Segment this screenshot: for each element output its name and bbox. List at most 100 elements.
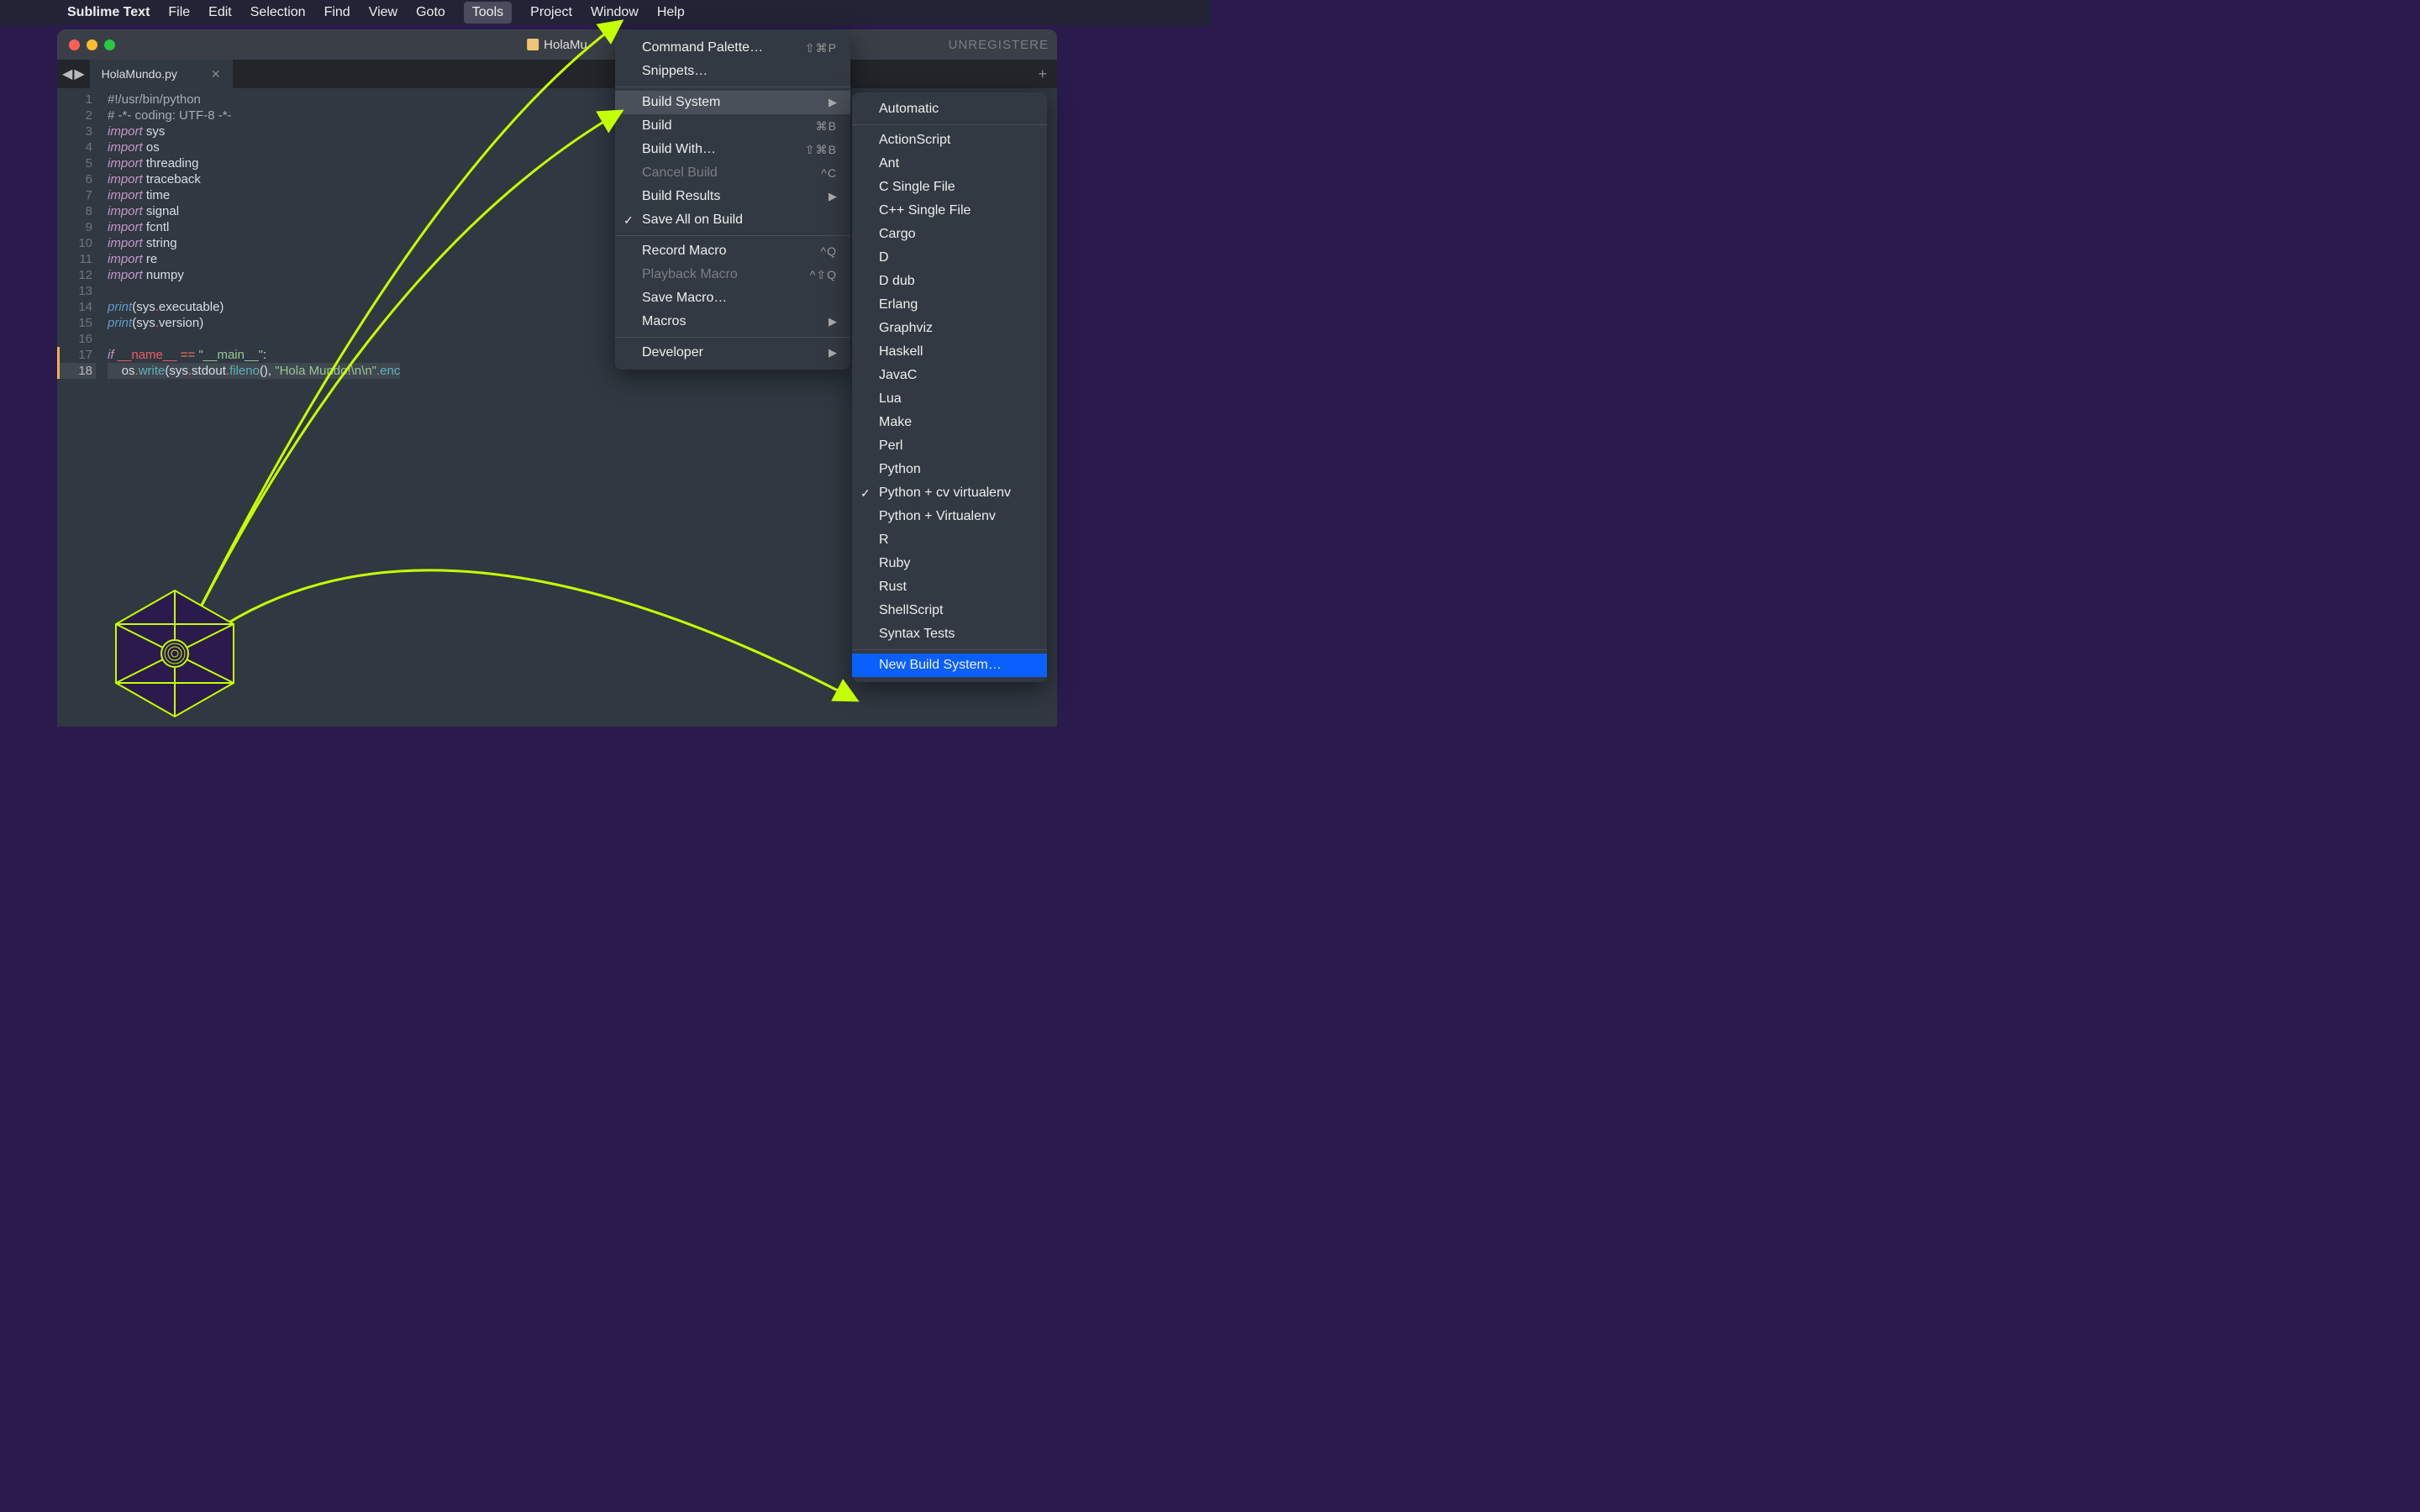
new-tab-button[interactable]: + [1028,60,1057,88]
menu-item-label: New Build System… [879,658,1002,673]
build-item[interactable]: Automatic [852,97,1047,121]
menu-item-label: JavaC [879,368,917,383]
check-icon: ✓ [860,486,871,501]
menu-goto[interactable]: Goto [416,5,445,20]
tab-next-icon[interactable]: ▶ [74,66,84,82]
build-item[interactable]: Python [852,458,1047,481]
code-content[interactable]: #!/usr/bin/python# -*- coding: UTF-8 -*-… [108,92,400,379]
window-title-text: HolaMu [544,38,587,52]
build-item[interactable]: Perl [852,434,1047,458]
shortcut-label: ^⇧Q [810,268,837,282]
tools-dropdown: Command Palette…⇧⌘P Snippets… Build System… [615,31,850,370]
menu-item-label: Build System [642,95,720,110]
menu-item-label: Graphviz [879,321,933,336]
build-item[interactable]: Graphviz [852,317,1047,340]
hex-logo-icon [108,586,242,721]
build-item[interactable]: ShellScript [852,599,1047,622]
menu-item-label: Build Results [642,189,720,204]
build-item[interactable]: Syntax Tests [852,622,1047,646]
shortcut-label: ⇧⌘P [805,41,837,55]
build-item[interactable]: Ruby [852,552,1047,575]
tools-item[interactable]: Developer▶ [615,341,850,365]
tab-close-icon[interactable]: ✕ [211,67,221,81]
menu-item-label: D dub [879,274,915,289]
menu-window[interactable]: Window [591,5,639,20]
tab-bar: ◀ ▶ HolaMundo.py ✕ + [57,60,1057,88]
build-item[interactable]: Make [852,411,1047,434]
tools-item[interactable]: Build System ▶ [615,91,850,114]
build-item[interactable]: Lua [852,387,1047,411]
menu-item-label: Ant [879,156,899,171]
tab-label: HolaMundo.py [102,67,177,81]
tab-holamundo[interactable]: HolaMundo.py ✕ [90,60,234,88]
menu-item-label: Save Macro… [642,291,727,306]
menu-item-label: Cargo [879,227,916,242]
build-item[interactable]: Erlang [852,293,1047,317]
menu-item-label: Build [642,118,672,134]
build-item[interactable]: Rust [852,575,1047,599]
menu-item-label: Ruby [879,556,910,571]
check-icon: ✓ [623,213,634,228]
menu-item-label: D [879,250,889,265]
line-gutter: 123456789101112131415161718 [57,92,108,379]
build-item[interactable]: Haskell [852,340,1047,364]
menu-item-label: Erlang [879,297,918,312]
menu-help[interactable]: Help [657,5,685,20]
tools-item: Playback Macro^⇧Q [615,263,850,286]
menu-selection[interactable]: Selection [250,5,306,20]
menu-item-label: C++ Single File [879,203,971,218]
build-item[interactable]: Python + Virtualenv [852,505,1047,528]
menu-item-label: Syntax Tests [879,627,955,642]
tools-item[interactable]: Command Palette…⇧⌘P [615,36,850,60]
build-item[interactable]: R [852,528,1047,552]
shortcut-label: ⇧⌘B [805,143,837,157]
build-item[interactable]: Ant [852,152,1047,176]
titlebar: HolaMu UNREGISTERE [57,29,1057,60]
tools-item[interactable]: Build With… ⇧⌘B [615,138,850,161]
menu-item-label: Record Macro [642,244,726,259]
menu-item-label: Haskell [879,344,923,360]
menu-item-label: Perl [879,438,902,454]
menu-file[interactable]: File [168,5,190,20]
build-item[interactable]: JavaC [852,364,1047,387]
menu-app[interactable]: Sublime Text [67,5,150,20]
close-button[interactable] [69,39,80,50]
menu-find[interactable]: Find [324,5,350,20]
menu-item-label: ShellScript [879,603,943,618]
build-item[interactable]: D dub [852,270,1047,293]
build-item[interactable]: D [852,246,1047,270]
shortcut-label: ^Q [821,244,837,258]
tools-item[interactable]: Record Macro ^Q [615,239,850,263]
menu-tools[interactable]: Tools [464,2,512,24]
build-item[interactable]: C++ Single File [852,199,1047,223]
file-icon [527,39,539,50]
tools-item[interactable]: Macros▶ [615,310,850,333]
menu-item-label: Lua [879,391,902,407]
tools-item[interactable]: Snippets… [615,60,850,83]
tools-item[interactable]: Build ⌘B [615,114,850,138]
build-item[interactable]: ActionScript [852,129,1047,152]
shortcut-label: ⌘B [816,119,837,134]
build-item[interactable]: New Build System… [852,654,1047,677]
minimize-button[interactable] [87,39,97,50]
build-item[interactable]: ✓ Python + cv virtualenv [852,481,1047,505]
tab-prev-icon[interactable]: ◀ [62,66,72,82]
build-item[interactable]: Cargo [852,223,1047,246]
tools-item[interactable]: Build Results▶ [615,185,850,208]
unregistered-label: UNREGISTERE [949,38,1049,52]
menu-item-label: Rust [879,580,907,595]
menu-edit[interactable]: Edit [208,5,232,20]
menu-view[interactable]: View [369,5,397,20]
tools-item[interactable]: ✓Save All on Build [615,208,850,232]
menu-project[interactable]: Project [530,5,572,20]
submenu-arrow-icon: ▶ [829,96,837,109]
menu-item-label: Snippets… [642,64,708,79]
menu-item-label: Build With… [642,142,716,157]
menu-item-label: Python + cv virtualenv [879,486,1011,501]
build-item[interactable]: C Single File [852,176,1047,199]
maximize-button[interactable] [104,39,115,50]
tab-nav[interactable]: ◀ ▶ [57,60,90,88]
tools-item[interactable]: Save Macro… [615,286,850,310]
traffic-lights [57,39,115,50]
menu-item-label: R [879,533,889,548]
